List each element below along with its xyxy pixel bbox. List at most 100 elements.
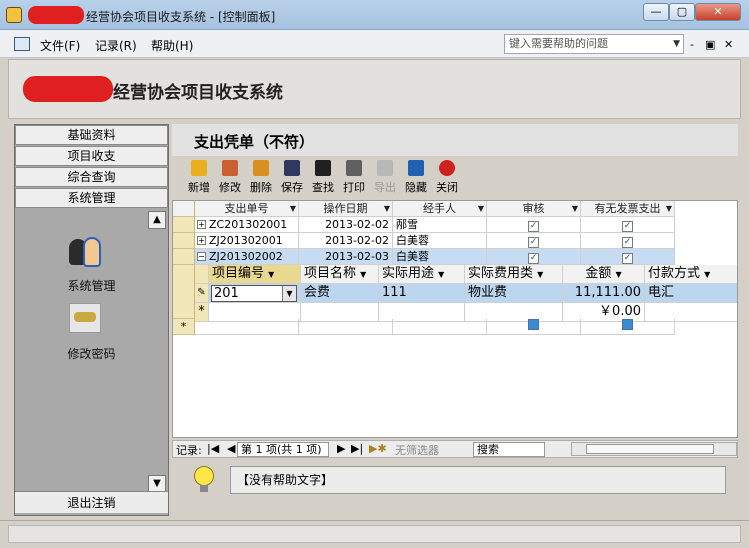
chevron-down-icon[interactable]: ▼	[438, 270, 444, 279]
menu-help[interactable]: 帮助(H)	[151, 37, 193, 54]
table-cell-date[interactable]: 2013-02-02	[299, 233, 393, 249]
row-selector[interactable]	[173, 217, 195, 233]
invoice-checkbox[interactable]: ✓	[622, 237, 633, 248]
chevron-down-icon[interactable]: ▼	[572, 201, 578, 216]
new-cell-handler[interactable]	[393, 319, 487, 335]
sub-header-usage[interactable]: 实际用途 ▼	[379, 265, 465, 284]
mdi-close-button[interactable]: ✕	[724, 38, 733, 51]
sub-cell-item-name[interactable]: 会费	[301, 284, 379, 303]
record-position-input[interactable]: 第 1 项(共 1 项)	[237, 442, 329, 457]
sub-row-selector[interactable]: ✎	[195, 284, 209, 303]
collapse-icon[interactable]: −	[197, 252, 206, 261]
table-cell-invoice[interactable]: ✓	[581, 249, 675, 265]
column-header-voucher-no[interactable]: 支出单号 ▼	[195, 201, 299, 217]
table-cell-voucher-no[interactable]: + ZJ201302001	[195, 233, 299, 249]
prev-record-button[interactable]: ◀	[227, 442, 235, 455]
item-code-combobox[interactable]: 201 ▼	[211, 285, 297, 302]
table-cell-audited[interactable]: ✓	[487, 233, 581, 249]
nav-tab-query[interactable]: 综合查询	[15, 167, 168, 187]
search-input[interactable]: 搜索	[473, 442, 545, 457]
audited-checkbox[interactable]: ✓	[528, 221, 539, 232]
mdi-restore-button[interactable]: ▣	[705, 38, 715, 51]
next-record-button[interactable]: ▶	[337, 442, 345, 455]
users-icon[interactable]	[69, 235, 103, 269]
column-header-handler[interactable]: 经手人 ▼	[393, 201, 487, 217]
app-icon[interactable]	[6, 7, 22, 23]
close-window-button[interactable]: ✕	[695, 3, 741, 21]
sub-cell-payment[interactable]: 电汇	[645, 284, 737, 303]
nav-tab-income-expense[interactable]: 项目收支	[15, 146, 168, 166]
sub-cell-item-code[interactable]: 201 ▼	[209, 284, 301, 303]
table-cell-date[interactable]: 2013-02-03	[299, 249, 393, 265]
new-button[interactable]: 新增	[184, 160, 214, 195]
table-cell-handler[interactable]: 白美蓉	[393, 233, 487, 249]
audited-checkbox-null[interactable]	[528, 319, 539, 330]
audited-checkbox[interactable]: ✓	[528, 237, 539, 248]
chevron-down-icon[interactable]: ▼	[537, 270, 543, 279]
export-button[interactable]: 导出	[370, 160, 400, 195]
invoice-checkbox-null[interactable]	[622, 319, 633, 330]
mdi-minimize-button[interactable]: -	[690, 38, 694, 51]
menu-record[interactable]: 记录(R)	[95, 37, 137, 54]
nav-tab-basic-info[interactable]: 基础资料	[15, 125, 168, 145]
sub-cell-amount[interactable]: 11,111.00	[563, 284, 645, 303]
new-cell-date[interactable]	[299, 319, 393, 335]
help-search-input[interactable]: 键入需要帮助的问题 ▼	[504, 34, 684, 54]
chevron-down-icon[interactable]: ▼	[384, 201, 390, 216]
invoice-checkbox[interactable]: ✓	[622, 221, 633, 232]
logout-button[interactable]: 退出注销	[15, 491, 168, 513]
table-cell-date[interactable]: 2013-02-02	[299, 217, 393, 233]
find-button[interactable]: 查找	[308, 160, 338, 195]
sub-cell-usage[interactable]: 111	[379, 284, 465, 303]
print-button[interactable]: 打印	[339, 160, 369, 195]
nav-tab-system[interactable]: 系统管理	[15, 188, 168, 208]
sub-select-all[interactable]	[195, 265, 209, 284]
chevron-down-icon[interactable]: ▼	[360, 270, 366, 279]
delete-button[interactable]: 删除	[246, 160, 276, 195]
save-button[interactable]: 保存	[277, 160, 307, 195]
maximize-button[interactable]: ▢	[669, 3, 695, 21]
close-button[interactable]: 关闭	[432, 160, 462, 195]
column-header-invoice[interactable]: 有无发票支出 ▼	[581, 201, 675, 217]
column-header-date[interactable]: 操作日期 ▼	[299, 201, 393, 217]
table-cell-invoice[interactable]: ✓	[581, 233, 675, 249]
scrollbar-thumb[interactable]	[586, 444, 714, 454]
sub-header-amount[interactable]: 金额 ▼	[563, 265, 645, 284]
column-header-audited[interactable]: 审核 ▼	[487, 201, 581, 217]
table-cell-handler[interactable]: 白美蓉	[393, 249, 487, 265]
expand-icon[interactable]: +	[197, 236, 206, 245]
sub-header-payment[interactable]: 付款方式 ▼	[645, 265, 737, 284]
new-row-selector[interactable]: *	[173, 319, 195, 335]
chevron-down-icon[interactable]: ▼	[268, 270, 274, 279]
sub-header-expense-type[interactable]: 实际费用类 ▼	[465, 265, 563, 284]
table-cell-audited[interactable]: ✓	[487, 249, 581, 265]
nav-item-system-admin[interactable]: 系统管理	[15, 277, 168, 294]
expand-icon[interactable]: +	[197, 220, 206, 229]
sub-header-item-name[interactable]: 项目名称 ▼	[301, 265, 379, 284]
chevron-down-icon[interactable]: ▼	[666, 201, 672, 216]
table-cell-invoice[interactable]: ✓	[581, 217, 675, 233]
table-cell-audited[interactable]: ✓	[487, 217, 581, 233]
new-cell-audited[interactable]	[487, 319, 581, 335]
filter-toggle-button[interactable]: 无筛选器	[395, 442, 439, 458]
table-cell-voucher-no[interactable]: + ZC201302001	[195, 217, 299, 233]
audited-checkbox[interactable]: ✓	[528, 253, 539, 264]
sub-header-item-code[interactable]: 项目编号 ▼	[209, 265, 301, 284]
chevron-down-icon[interactable]: ▼	[282, 286, 296, 301]
row-selector[interactable]	[173, 249, 195, 265]
invoice-checkbox[interactable]: ✓	[622, 253, 633, 264]
first-record-button[interactable]: |◀	[207, 442, 219, 455]
select-all-corner[interactable]	[173, 201, 195, 217]
new-cell-invoice[interactable]	[581, 319, 675, 335]
key-icon[interactable]	[69, 303, 101, 333]
chevron-down-icon[interactable]: ▼	[616, 270, 622, 279]
new-record-button[interactable]: ▶✱	[369, 442, 387, 455]
table-cell-voucher-no[interactable]: − ZJ201302002	[195, 249, 299, 265]
new-cell-voucher-no[interactable]	[195, 319, 299, 335]
menu-file[interactable]: 文件(F)	[40, 37, 80, 54]
hide-button[interactable]: 隐藏	[401, 160, 431, 195]
chevron-down-icon[interactable]: ▼	[290, 201, 296, 216]
edit-button[interactable]: 修改	[215, 160, 245, 195]
nav-item-change-password[interactable]: 修改密码	[15, 345, 168, 362]
chevron-down-icon[interactable]: ▼	[704, 270, 710, 279]
